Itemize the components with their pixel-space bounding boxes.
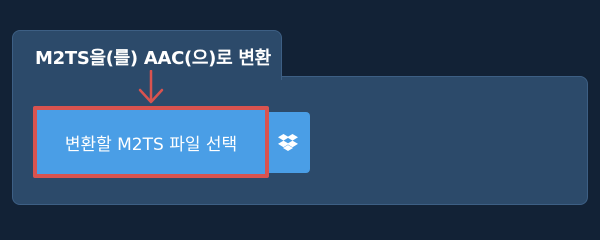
dropbox-button[interactable] <box>265 112 310 173</box>
choose-file-button[interactable]: 변환할 M2TS 파일 선택 <box>37 110 265 174</box>
tab-title: M2TS을(를) AAC(으)로 변환 <box>35 48 271 69</box>
arrow-down-icon <box>138 70 164 104</box>
dropbox-icon <box>277 133 298 151</box>
